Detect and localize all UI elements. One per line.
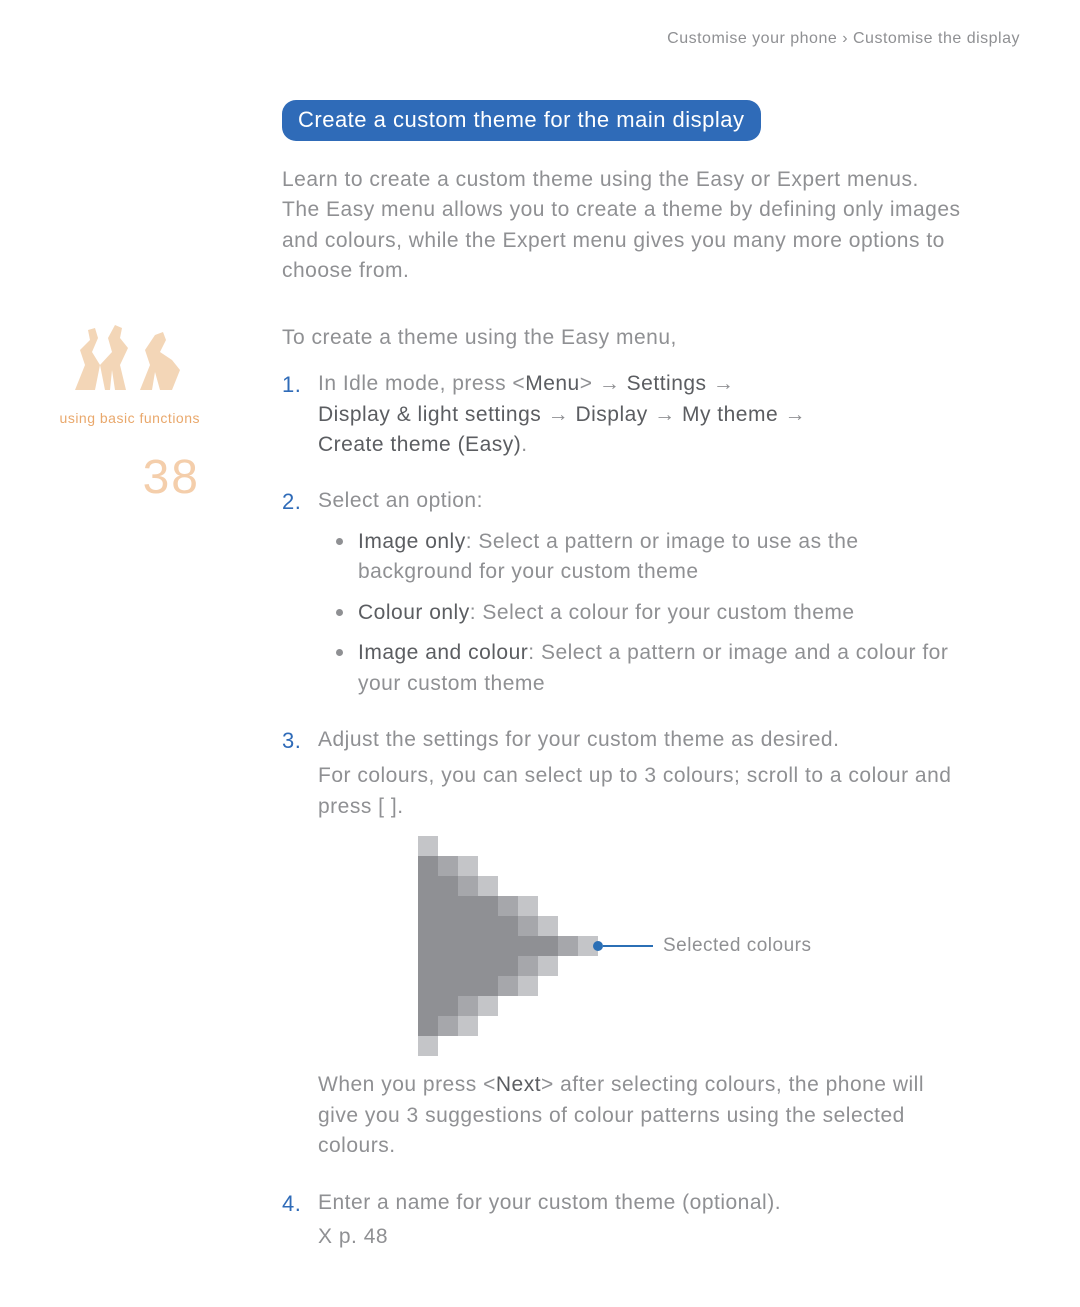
step-3-line-1: Adjust the settings for your custom them…	[318, 725, 962, 755]
colour-triangle-figure: Selected colours	[418, 836, 962, 1056]
callout-pointer: Selected colours	[598, 934, 811, 958]
step-3-line-2: For colours, you can select up to 3 colo…	[318, 761, 962, 822]
colour-triangle-icon	[418, 836, 598, 1056]
page-sidebar: using basic functions 38	[0, 310, 240, 505]
callout-text: Selected colours	[663, 935, 811, 956]
running-head-subsection: Customise the display	[853, 30, 1020, 47]
step1-part: →	[707, 372, 735, 395]
step-1: In Idle mode, press <Menu> → Settings → …	[282, 369, 962, 460]
step1-part: .	[521, 433, 527, 456]
display-item: Display	[575, 403, 647, 426]
option-colour-only-label: Colour only	[358, 601, 470, 624]
step-2-lead: Select an option:	[318, 489, 483, 512]
callout-label: Selected colours	[663, 934, 811, 958]
step1-part: →	[541, 403, 575, 426]
my-theme-item: My theme	[682, 403, 778, 426]
cross-reference: X p. 48	[318, 1222, 962, 1252]
manual-page: Customise your phone › Customise the dis…	[0, 0, 1080, 1307]
option-colour-only: Colour only: Select a colour for your cu…	[336, 598, 962, 628]
menu-key: Menu	[525, 372, 580, 395]
step-3-after-figure: When you press <Next> after selecting co…	[318, 1070, 962, 1161]
step-3: Adjust the settings for your custom them…	[282, 725, 962, 1162]
option-image-only-label: Image only	[358, 530, 466, 553]
step-2: Select an option: Image only: Select a p…	[282, 486, 962, 699]
page-content: Create a custom theme for the main displ…	[282, 100, 962, 1279]
after-fig-part: When you press <	[318, 1073, 496, 1096]
option-colour-only-desc: : Select a colour for your custom theme	[470, 601, 855, 624]
page-number: 38	[0, 450, 200, 505]
option-image-and-colour: Image and colour: Select a pattern or im…	[336, 638, 962, 699]
sidebar-illustration	[0, 310, 200, 400]
step1-part: →	[778, 403, 806, 426]
pointer-line-icon	[603, 945, 653, 947]
dancers-icon	[60, 310, 200, 400]
step1-part: →	[648, 403, 682, 426]
breadcrumb-sep-icon: ›	[842, 30, 848, 47]
sidebar-caption: using basic functions	[0, 410, 200, 426]
step1-part: In Idle mode, press <	[318, 372, 525, 395]
step-2-options: Image only: Select a pattern or image to…	[336, 527, 962, 699]
settings-item: Settings	[627, 372, 707, 395]
next-key: Next	[496, 1073, 541, 1096]
display-light-settings-item: Display & light settings	[318, 403, 541, 426]
running-head-section: Customise your phone	[667, 30, 837, 47]
running-head: Customise your phone › Customise the dis…	[282, 30, 1020, 48]
step-4-line-1: Enter a name for your custom theme (opti…	[318, 1188, 962, 1218]
section-title-pill: Create a custom theme for the main displ…	[282, 100, 761, 141]
pointer-dot-icon	[593, 941, 603, 951]
step-1-text: In Idle mode, press <Menu> → Settings → …	[318, 369, 962, 460]
steps-list: In Idle mode, press <Menu> → Settings → …	[282, 369, 962, 1252]
step1-part: > →	[580, 372, 627, 395]
easy-menu-lead-in: To create a theme using the Easy menu,	[282, 323, 962, 353]
option-image-only: Image only: Select a pattern or image to…	[336, 527, 962, 588]
create-theme-easy-item: Create theme (Easy)	[318, 433, 521, 456]
option-image-and-colour-label: Image and colour	[358, 641, 528, 664]
step-4: Enter a name for your custom theme (opti…	[282, 1188, 962, 1253]
intro-paragraph: Learn to create a custom theme using the…	[282, 165, 962, 287]
